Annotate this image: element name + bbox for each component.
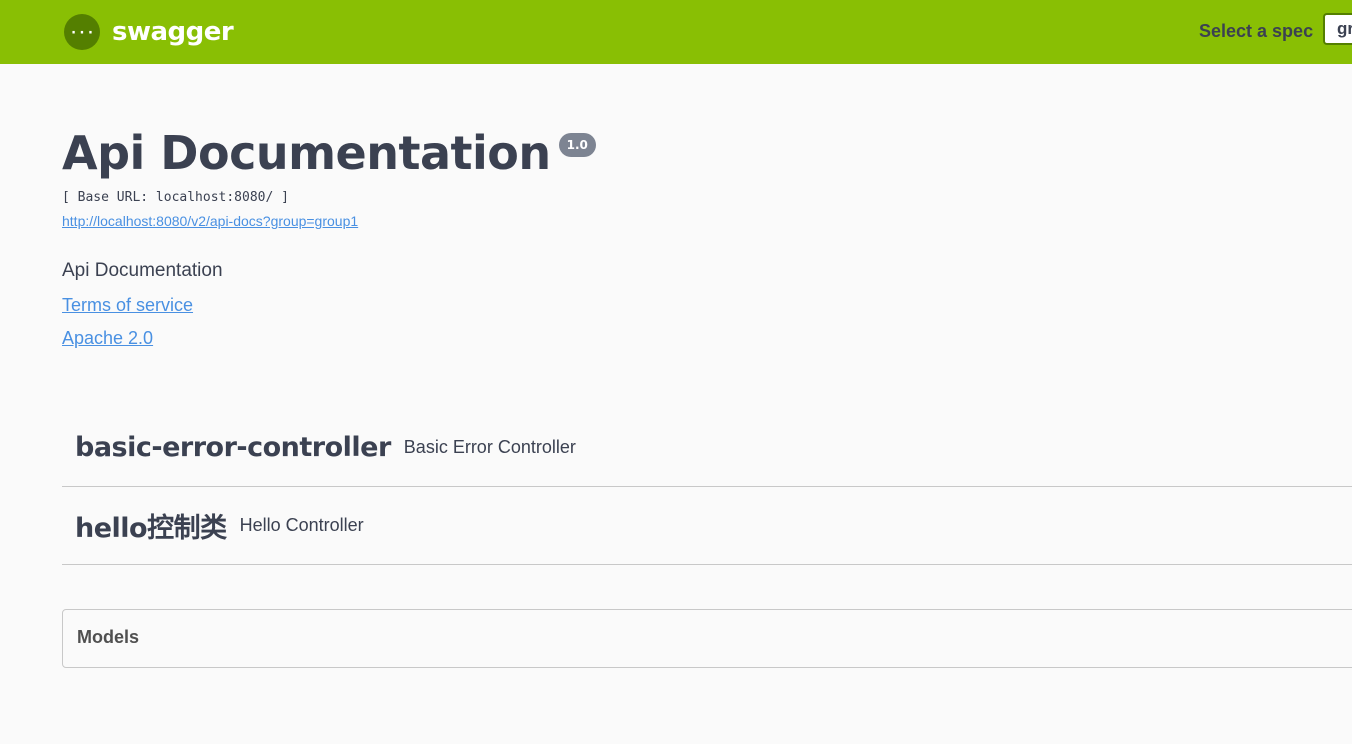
swagger-braces-icon: {···} <box>64 14 100 50</box>
page-title: Api Documentation <box>62 126 551 180</box>
logo-text: swagger <box>112 17 234 47</box>
terms-of-service-link[interactable]: Terms of service <box>62 295 193 316</box>
tag-description: Hello Controller <box>239 515 364 535</box>
tag-description: Basic Error Controller <box>403 437 576 457</box>
models-label: Models <box>77 627 140 647</box>
spec-select[interactable]: group1 <box>1323 13 1352 45</box>
license-link[interactable]: Apache 2.0 <box>62 328 153 349</box>
topbar: {···} swagger Select a spec group1 <box>0 0 1352 64</box>
swagger-logo[interactable]: {···} swagger <box>64 14 234 50</box>
models-section[interactable]: Models <box>62 609 1352 668</box>
tag-section-hello-controller[interactable]: hello控制类 Hello Controller <box>62 487 1352 565</box>
tag-name: basic-error-controller <box>75 432 391 463</box>
api-description: Api Documentation <box>62 260 223 281</box>
tag-section-basic-error-controller[interactable]: basic-error-controller Basic Error Contr… <box>62 409 1352 487</box>
svg-text:{···}: {···} <box>70 25 94 40</box>
spec-label: Select a spec <box>1199 21 1314 41</box>
base-url: [ Base URL: localhost:8080/ ] <box>62 190 289 205</box>
title-row: Api Documentation 1.0 <box>62 126 596 181</box>
version-badge: 1.0 <box>558 133 596 158</box>
api-docs-link[interactable]: http://localhost:8080/v2/api-docs?group=… <box>62 213 358 229</box>
tag-name: hello控制类 <box>75 513 227 544</box>
